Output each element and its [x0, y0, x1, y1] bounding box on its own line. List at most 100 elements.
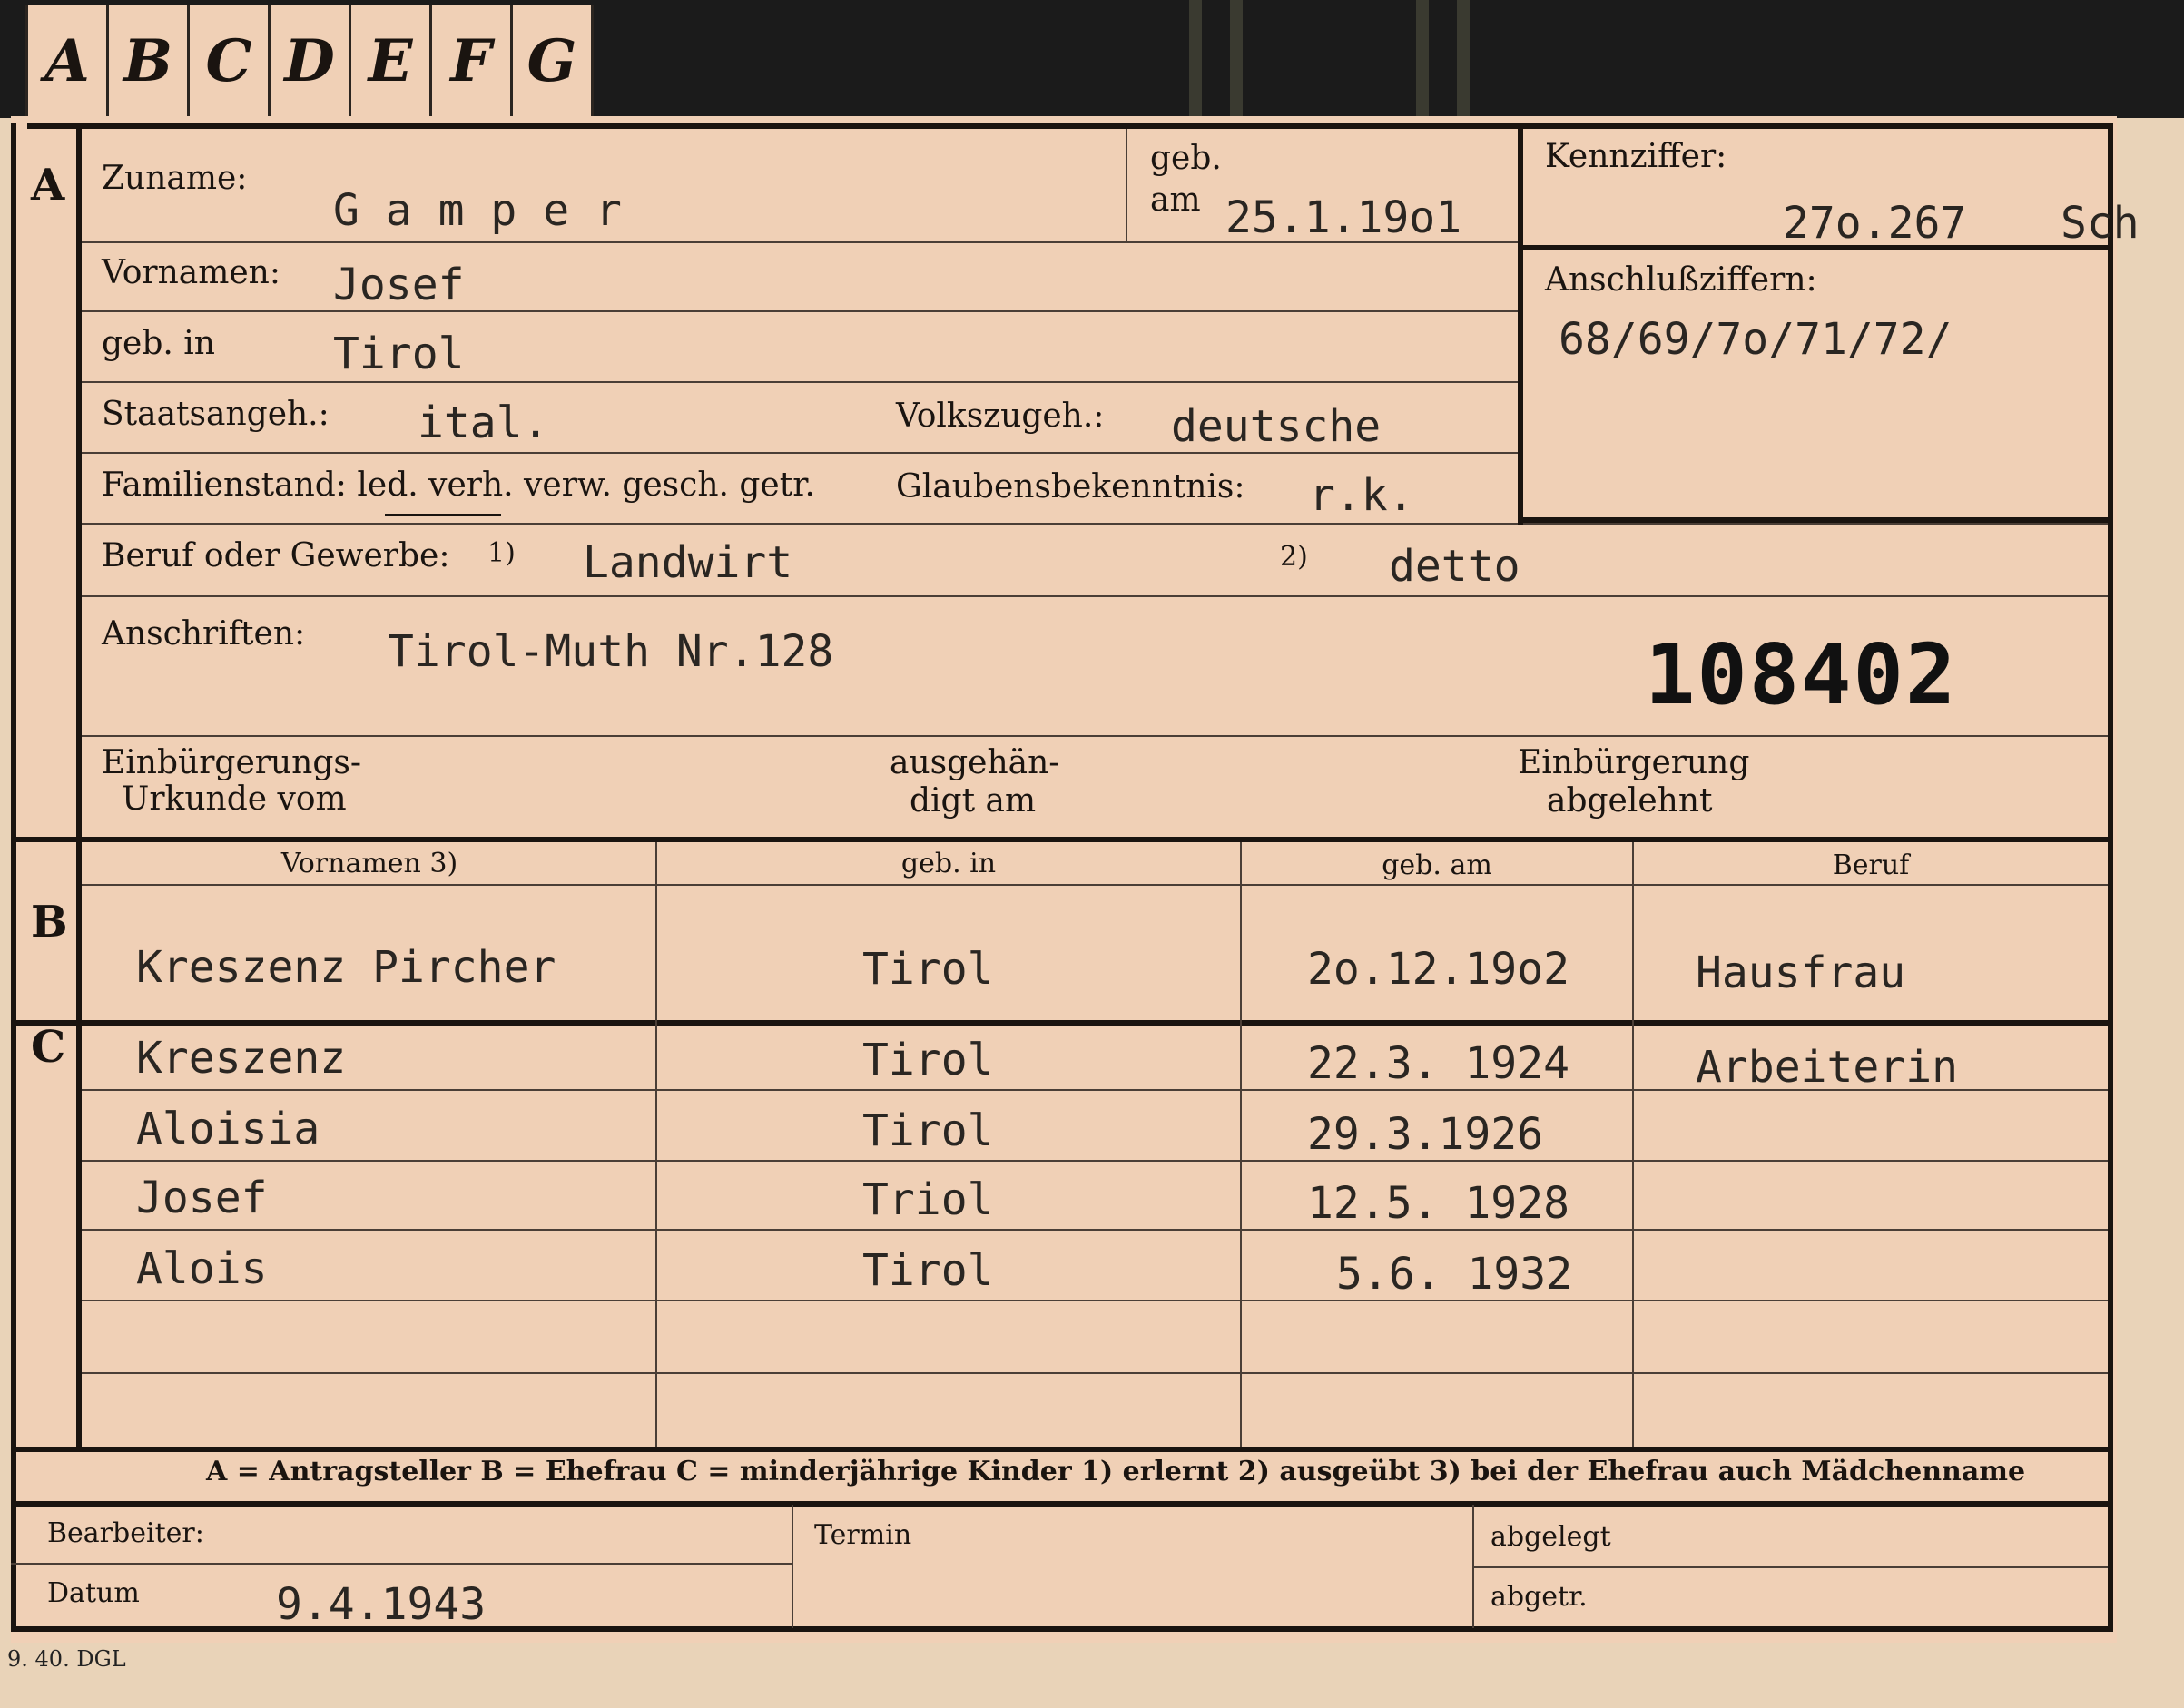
footer-row-line	[1472, 1566, 2108, 1568]
given-names-value: Josef	[333, 260, 465, 310]
handed-label-2: digt am	[910, 782, 1037, 820]
print-mark: 9. 40. DGL	[7, 1646, 126, 1672]
section-b-marker: B	[31, 897, 68, 947]
row-line	[82, 452, 1521, 454]
row-line	[82, 381, 1521, 383]
naturalization-denied-label-2: abgelehnt	[1547, 782, 1713, 820]
religion-label: Glaubensbekenntnis:	[896, 468, 1245, 506]
index-tabs: A B C D E F G	[25, 5, 594, 116]
row-line	[82, 310, 1521, 312]
tab-b: B	[109, 5, 190, 116]
date-value: 9.4.1943	[276, 1579, 487, 1630]
table-header-birthdate: geb. am	[1382, 849, 1492, 881]
child-birthplace: Tirol	[862, 1035, 994, 1085]
background-band	[1189, 0, 1202, 118]
occupation-practiced-value: detto	[1389, 541, 1520, 592]
spouse-name: Kreszenz Pircher	[136, 942, 556, 993]
background-band	[1230, 0, 1243, 118]
ethnicity-value: deutsche	[1171, 401, 1382, 452]
section-c-marker: C	[31, 1022, 66, 1073]
given-names-label: Vornamen:	[102, 254, 280, 291]
reference-box-bottom	[1518, 517, 2110, 523]
record-card: A B C Zuname: G a m p e r geb. am 25.1.1…	[11, 116, 2140, 1643]
ethnicity-label: Volkszugeh.:	[896, 398, 1105, 435]
background-band	[1457, 0, 1470, 118]
tab-c: C	[190, 5, 271, 116]
table-header-birthplace: geb. in	[900, 848, 997, 879]
table-col-line	[655, 842, 657, 1447]
birthplace-value: Tirol	[333, 329, 465, 379]
naturalization-cert-label-2: Urkunde vom	[122, 780, 347, 818]
stamp-number: 108402	[1645, 626, 1958, 723]
birthplace-label: geb. in	[102, 325, 215, 362]
reference-id-label: Kennziffer:	[1545, 138, 1727, 175]
date-label: Datum	[47, 1577, 140, 1609]
table-header-line	[82, 884, 2108, 886]
section-divider-b-c	[11, 1020, 2113, 1026]
spouse-birthplace: Tirol	[862, 944, 994, 995]
child-birthplace: Triol	[862, 1174, 994, 1225]
clerk-label: Bearbeiter:	[47, 1517, 204, 1549]
born-date-value: 25.1.19o1	[1225, 192, 1462, 243]
occupation-note-1: 1)	[487, 537, 516, 569]
naturalization-cert-label-1: Einbürgerungs-	[102, 744, 362, 781]
footer-row-line	[11, 1563, 792, 1565]
table-col-line	[1240, 842, 1242, 1447]
child-birthdate: 12.5. 1928	[1307, 1178, 1569, 1229]
child-birthdate: 22.3. 1924	[1307, 1038, 1569, 1089]
footer-col-line	[792, 1505, 793, 1628]
frame-left	[11, 123, 16, 1632]
child-occupation: Arbeiterin	[1696, 1042, 1958, 1093]
tab-f: F	[432, 5, 513, 116]
row-line	[82, 735, 2108, 737]
linked-numbers-value: 68/69/7o/71/72/	[1559, 314, 1953, 365]
naturalization-denied-label-1: Einbürgerung	[1518, 744, 1750, 781]
table-row-line	[82, 1372, 2108, 1374]
marital-underline	[385, 514, 501, 516]
legend: A = Antragsteller B = Ehefrau C = minder…	[206, 1456, 2026, 1487]
table-row-line	[82, 1300, 2108, 1301]
occupation-note-2: 2)	[1280, 541, 1308, 573]
table-col-line	[1632, 842, 1634, 1447]
spouse-birthdate: 2o.12.19o2	[1307, 944, 1569, 995]
spouse-occupation: Hausfrau	[1696, 947, 1906, 998]
table-bottom-line	[11, 1447, 2113, 1452]
frame-right	[2108, 123, 2113, 1632]
table-row-line	[82, 1160, 2108, 1162]
surname-label: Zuname:	[102, 160, 248, 197]
table-header-given-names: Vornamen 3)	[280, 848, 458, 879]
religion-value: r.k.	[1309, 470, 1414, 521]
address-value: Tirol-Muth Nr.128	[388, 626, 834, 677]
footer-top-line	[11, 1501, 2113, 1507]
handed-label-1: ausgehän-	[890, 744, 1060, 781]
section-column-divider	[76, 123, 82, 1452]
row-line	[82, 523, 2108, 525]
linked-numbers-label: Anschlußziffern:	[1545, 261, 1817, 299]
tab-e: E	[351, 5, 432, 116]
reference-id-suffix: Sch	[2061, 198, 2140, 249]
frame-top	[27, 123, 2113, 129]
tab-g: G	[513, 5, 594, 116]
child-birthdate: 5.6. 1932	[1336, 1249, 1573, 1300]
section-a-marker: A	[31, 160, 65, 211]
born-label-bottom: am	[1150, 182, 1201, 219]
background-band	[1416, 0, 1429, 118]
tab-a: A	[25, 5, 109, 116]
address-label: Anschriften:	[102, 615, 306, 653]
removed-label: abgetr.	[1490, 1581, 1588, 1613]
surname-value: G a m p e r	[333, 185, 622, 236]
child-name: Aloisia	[136, 1104, 320, 1154]
filed-label: abgelegt	[1490, 1521, 1611, 1553]
reference-id-value: 27o.267	[1783, 198, 1967, 249]
deadline-label: Termin	[814, 1519, 912, 1551]
child-name: Kreszenz	[136, 1033, 347, 1084]
child-name: Josef	[136, 1173, 268, 1223]
table-header-occupation: Beruf	[1832, 849, 1910, 881]
occupation-learned-value: Landwirt	[583, 537, 793, 588]
citizenship-value: ital.	[418, 398, 549, 448]
section-divider-a-b	[11, 837, 2113, 842]
citizenship-label: Staatsangeh.:	[102, 396, 330, 433]
born-label-top: geb.	[1150, 140, 1222, 177]
child-birthplace: Tirol	[862, 1105, 994, 1156]
child-birthplace: Tirol	[862, 1245, 994, 1296]
